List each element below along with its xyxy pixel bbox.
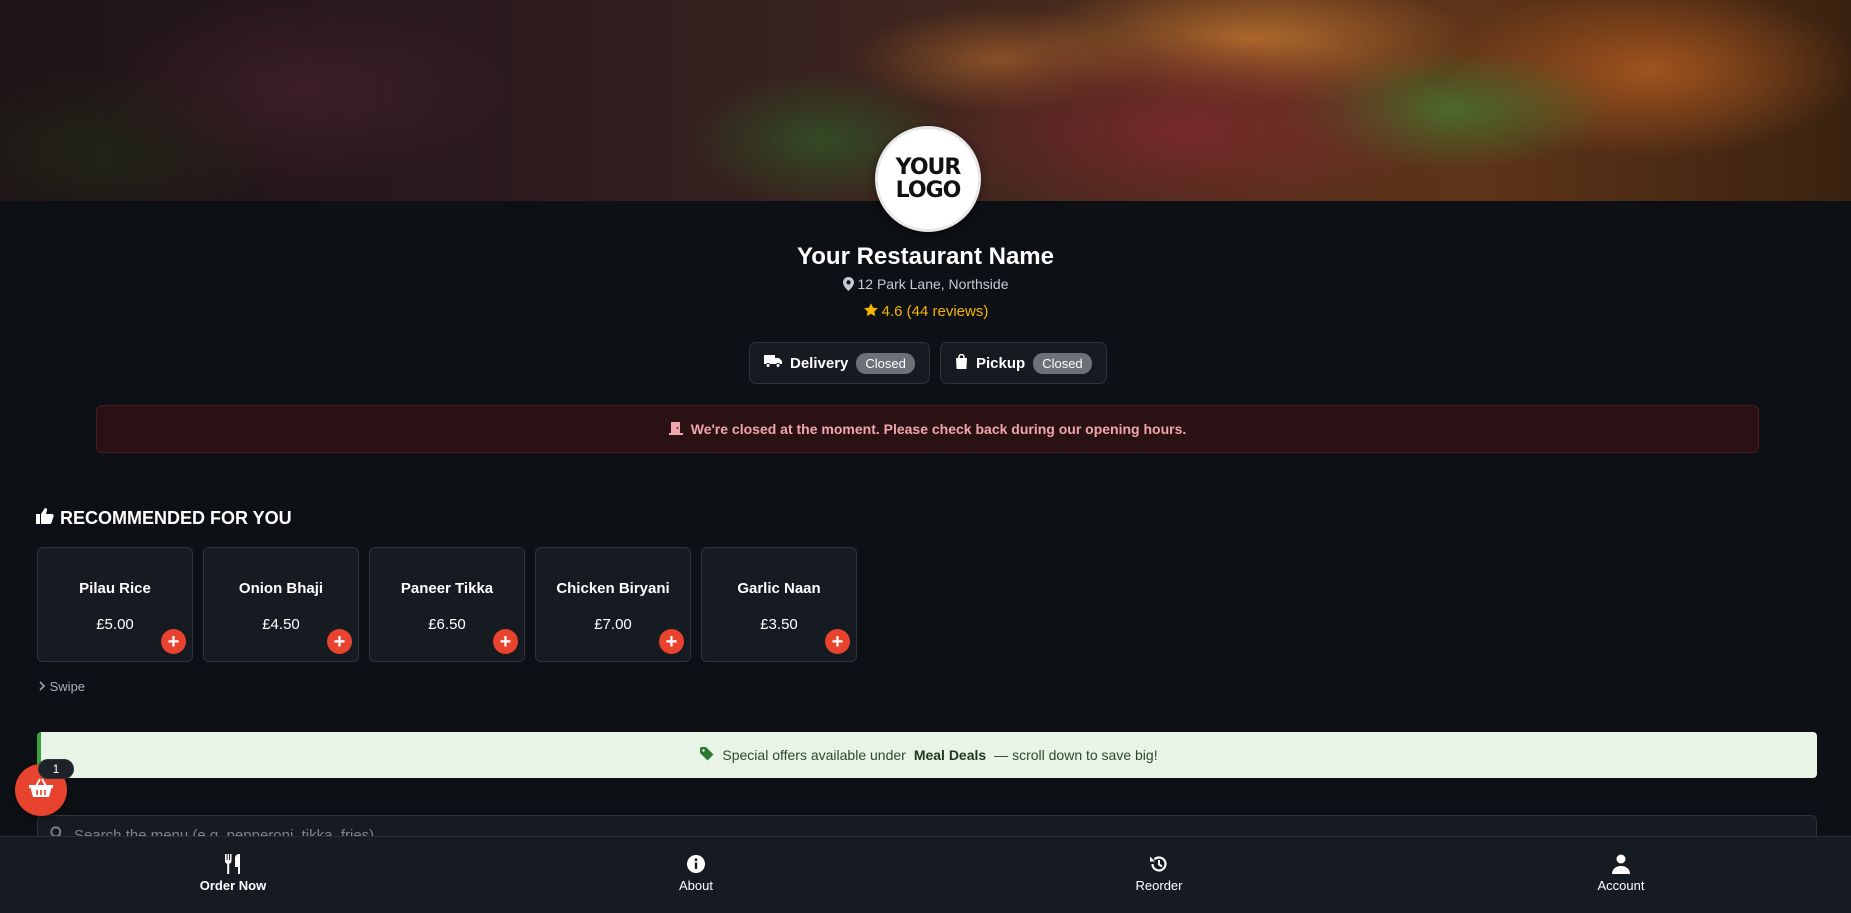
add-to-cart-button[interactable]: + [825, 629, 850, 654]
shopping-bag-icon [955, 353, 968, 373]
info-icon [616, 854, 776, 874]
truck-icon [764, 354, 782, 372]
add-to-cart-button[interactable]: + [327, 629, 352, 654]
closed-alert-text: We're closed at the moment. Please check… [690, 421, 1187, 437]
cart-count-badge: 1 [38, 759, 74, 779]
recommended-item[interactable]: Pilau Rice £5.00 + [37, 547, 193, 662]
recommended-heading: RECOMMENDED FOR YOU [36, 507, 292, 529]
chevron-right-icon [38, 679, 50, 694]
utensils-icon [153, 854, 313, 874]
item-name: Paneer Tikka [400, 580, 494, 597]
swipe-hint-text: Swipe [49, 679, 86, 694]
logo-line-1: YOUR [895, 155, 962, 180]
map-pin-icon [842, 277, 854, 294]
basket-icon [29, 778, 53, 803]
delivery-option[interactable]: Delivery Closed [749, 342, 930, 384]
nav-reorder[interactable]: Reorder [1079, 854, 1239, 893]
history-icon [1079, 854, 1239, 874]
restaurant-name: Your Restaurant Name [797, 243, 1054, 270]
item-name: Garlic Naan [737, 580, 821, 597]
add-to-cart-button[interactable]: + [493, 629, 518, 654]
recommended-item[interactable]: Paneer Tikka £6.50 + [369, 547, 525, 662]
address-text: 12 Park Lane, Northside [857, 276, 1009, 292]
restaurant-logo: YOUR LOGO [875, 126, 981, 232]
recommended-item[interactable]: Chicken Biryani £7.00 + [535, 547, 691, 662]
star-icon [863, 302, 879, 322]
nav-about-label: About [679, 878, 713, 893]
rating[interactable]: 4.6 (44 reviews) [0, 302, 1851, 322]
special-offers-banner: Special offers available under Meal Deal… [37, 732, 1817, 778]
offer-text-before: Special offers available under [722, 747, 906, 763]
recommended-item[interactable]: Onion Bhaji £4.50 + [203, 547, 359, 662]
offer-text-after: — scroll down to save big! [994, 747, 1158, 763]
nav-reorder-label: Reorder [1135, 878, 1183, 893]
item-name: Pilau Rice [79, 580, 151, 597]
bottom-navigation: Order Now About Reorder Account [0, 836, 1851, 913]
tag-icon [700, 746, 714, 764]
offer-highlight: Meal Deals [913, 747, 987, 763]
pickup-status-badge: Closed [1033, 352, 1092, 374]
recommended-item[interactable]: Garlic Naan £3.50 + [701, 547, 857, 662]
pickup-label: Pickup [976, 354, 1026, 372]
nav-about[interactable]: About [616, 854, 776, 893]
logo-line-2: LOGO [895, 178, 962, 203]
recommended-heading-text: RECOMMENDED FOR YOU [60, 507, 292, 528]
nav-order-now[interactable]: Order Now [153, 854, 313, 893]
delivery-status-badge: Closed [856, 352, 915, 374]
restaurant-address: 12 Park Lane, Northside [0, 276, 1851, 294]
nav-account[interactable]: Account [1541, 854, 1701, 893]
user-icon [1541, 854, 1701, 874]
closed-alert: We're closed at the moment. Please check… [96, 405, 1759, 453]
item-name: Onion Bhaji [238, 580, 324, 597]
pickup-option[interactable]: Pickup Closed [940, 342, 1107, 384]
nav-account-label: Account [1597, 878, 1645, 893]
rating-text: 4.6 (44 reviews) [881, 303, 989, 320]
item-name: Chicken Biryani [556, 580, 670, 597]
swipe-hint: Swipe [38, 679, 85, 694]
nav-order-now-label: Order Now [199, 878, 267, 893]
thumbs-up-icon [36, 507, 54, 529]
add-to-cart-button[interactable]: + [659, 629, 684, 654]
closed-door-icon [668, 421, 683, 438]
delivery-label: Delivery [790, 354, 849, 372]
add-to-cart-button[interactable]: + [161, 629, 186, 654]
